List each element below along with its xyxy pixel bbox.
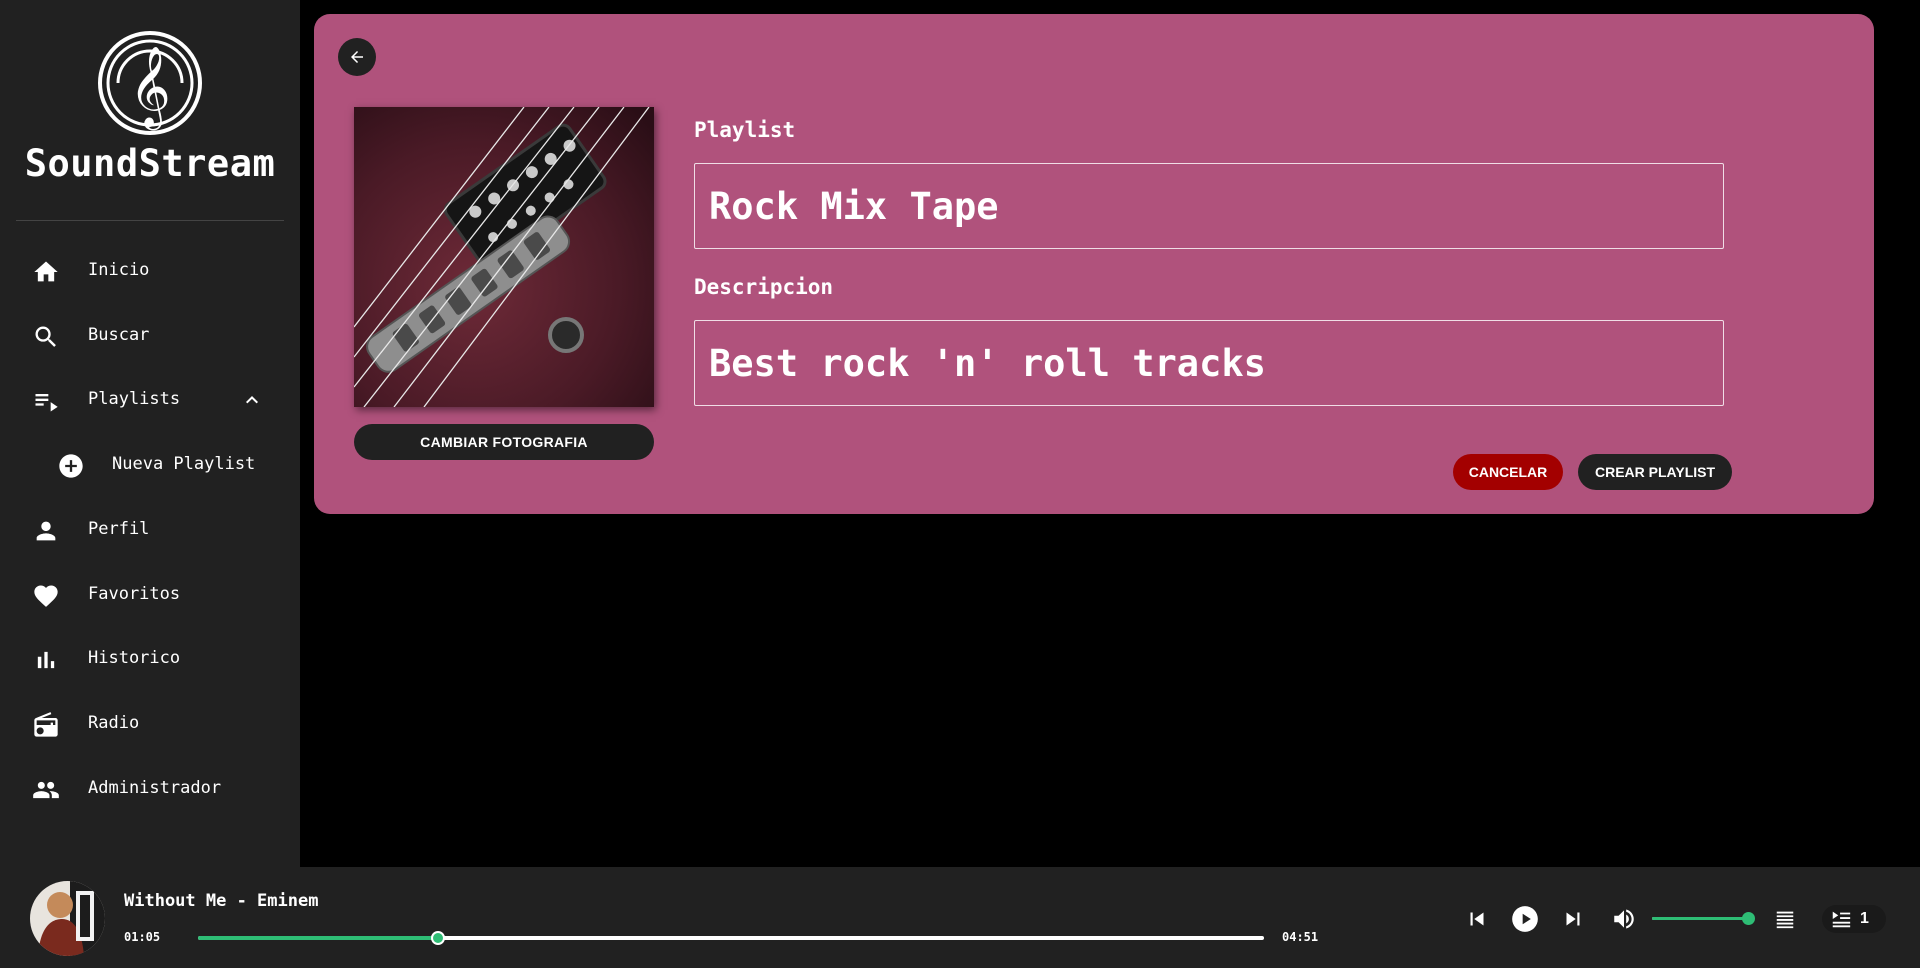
sidebar-item-radio[interactable]: Radio — [0, 699, 300, 747]
progress-fill — [198, 936, 438, 940]
cancel-button[interactable]: CANCELAR — [1453, 454, 1563, 490]
sidebar-item-playlists[interactable]: Playlists — [0, 375, 300, 423]
home-icon — [34, 261, 58, 282]
person-icon — [36, 521, 56, 541]
people-icon — [33, 781, 59, 799]
app-name: SoundStream — [24, 142, 276, 185]
album-art[interactable] — [30, 881, 105, 956]
playlist-name-input[interactable] — [694, 163, 1724, 249]
sidebar-item-label: Buscar — [88, 325, 150, 345]
player-bar: Without Me - Eminem 01:05 04:51 1 — [0, 867, 1920, 968]
volume-fill — [1652, 917, 1748, 920]
play-circle-icon — [1512, 906, 1538, 932]
duration: 04:51 — [1282, 930, 1319, 944]
heart-icon — [34, 585, 58, 607]
description-input[interactable] — [694, 320, 1724, 406]
sidebar-item-perfil[interactable]: Perfil — [0, 505, 300, 553]
sidebar-item-label: Perfil — [88, 519, 150, 539]
queue-count: 1 — [1860, 910, 1869, 927]
guitar-photo — [354, 107, 654, 407]
list-lines-icon — [1776, 911, 1794, 929]
playlist-cover-image — [354, 107, 654, 407]
sidebar-item-label: Playlists — [88, 389, 181, 409]
bar-chart-icon — [37, 651, 55, 669]
sidebar: 𝄞 SoundStream Inicio Buscar Playlists Nu… — [0, 0, 300, 867]
sidebar-item-historico[interactable]: Historico — [0, 634, 300, 682]
skip-previous-icon — [1470, 912, 1484, 926]
queue-button[interactable]: 1 — [1822, 905, 1886, 933]
sidebar-item-label: Administrador — [88, 778, 222, 798]
sidebar-item-nueva-playlist[interactable]: Nueva Playlist — [0, 440, 300, 488]
add-circle-icon — [59, 454, 83, 478]
sidebar-item-favoritos[interactable]: Favoritos — [0, 570, 300, 618]
treble-clef-logo-icon: 𝄞 — [98, 31, 202, 135]
sidebar-item-label: Inicio — [88, 260, 150, 280]
sidebar-divider — [16, 220, 284, 221]
lyrics-button[interactable] — [1771, 905, 1799, 933]
sidebar-item-inicio[interactable]: Inicio — [0, 246, 300, 294]
logo: 𝄞 SoundStream — [0, 30, 300, 185]
skip-next-icon — [1566, 912, 1580, 926]
sidebar-item-label: Historico — [88, 648, 181, 668]
back-button[interactable] — [338, 38, 376, 76]
progress-thumb[interactable] — [430, 931, 445, 945]
sidebar-item-label: Nueva Playlist — [112, 454, 256, 474]
volume-up-icon — [1614, 909, 1634, 929]
radio-icon — [34, 712, 58, 737]
sidebar-item-label: Favoritos — [88, 584, 181, 604]
sidebar-item-label: Radio — [88, 713, 140, 733]
next-button[interactable] — [1559, 905, 1587, 933]
album-art-image — [30, 881, 105, 956]
search-icon — [35, 326, 56, 347]
svg-text:𝄞: 𝄞 — [129, 45, 170, 130]
current-time: 01:05 — [124, 930, 161, 944]
chevron-up-icon[interactable] — [240, 388, 264, 412]
sidebar-item-buscar[interactable]: Buscar — [0, 311, 300, 359]
track-title: Without Me - Eminem — [124, 891, 319, 911]
playlist-icon — [35, 394, 58, 412]
volume-button[interactable] — [1610, 905, 1638, 933]
sidebar-item-administrador[interactable]: Administrador — [0, 764, 300, 812]
create-playlist-card: CAMBIAR FOTOGRAFIA Playlist Descripcion … — [314, 14, 1874, 514]
arrow-back-icon — [351, 51, 363, 63]
description-label: Descripcion — [694, 275, 834, 299]
play-button[interactable] — [1511, 905, 1539, 933]
create-playlist-button[interactable]: CREAR PLAYLIST — [1578, 454, 1732, 490]
queue-icon — [1832, 911, 1851, 928]
change-photo-button[interactable]: CAMBIAR FOTOGRAFIA — [354, 424, 654, 460]
playlist-name-label: Playlist — [694, 118, 796, 142]
volume-thumb[interactable] — [1742, 912, 1755, 925]
volume-slider[interactable] — [1652, 912, 1755, 925]
previous-button[interactable] — [1463, 905, 1491, 933]
progress-bar[interactable] — [198, 931, 1264, 945]
